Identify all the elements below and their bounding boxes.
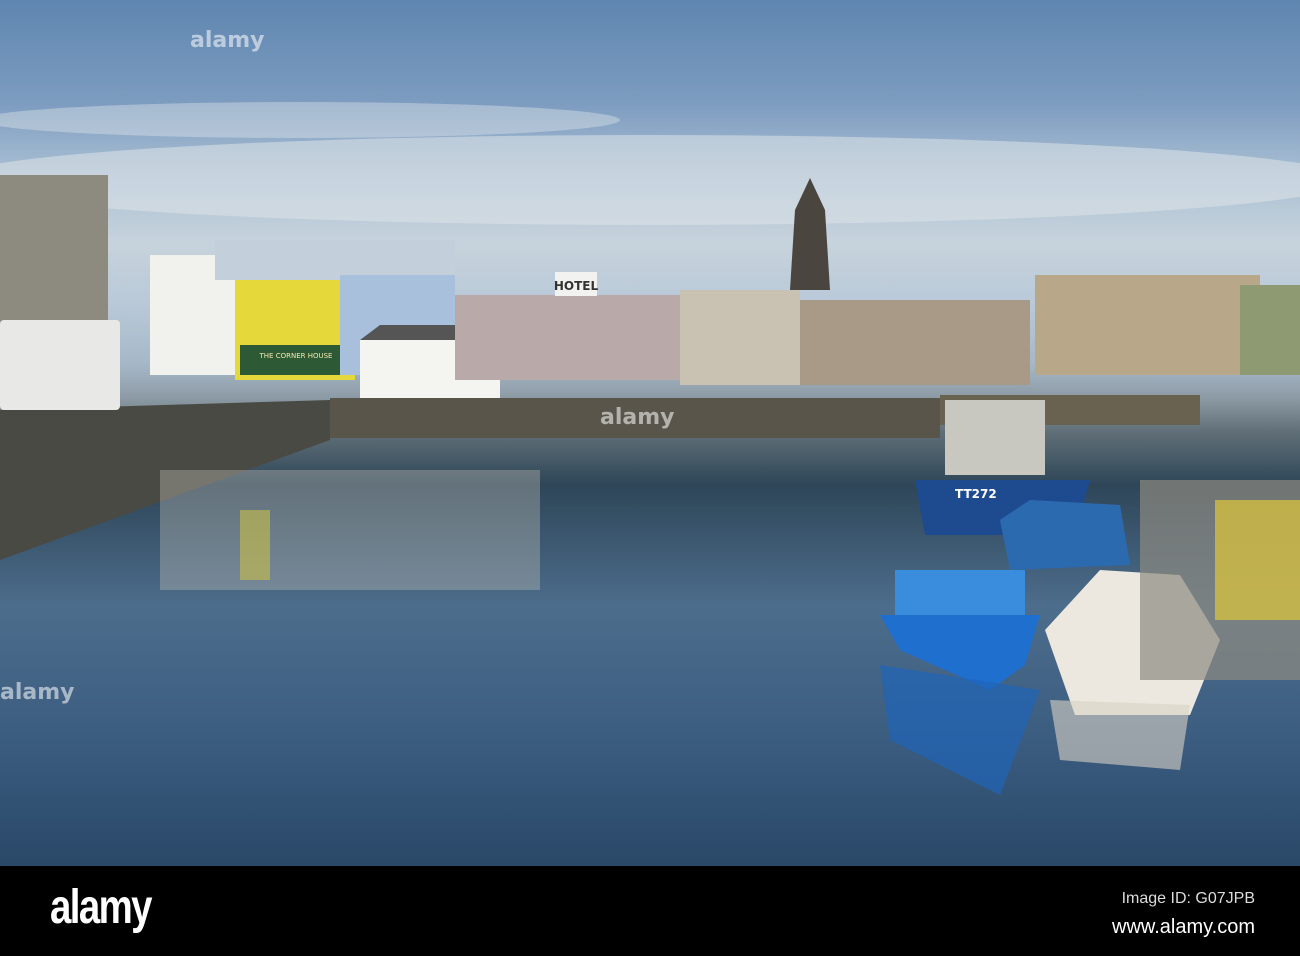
watermark: alamy (190, 28, 265, 53)
watermark: alamy (0, 680, 75, 705)
harbour-scene: THE CORNER HOUSE HOTEL TT272 (0, 102, 1300, 795)
pub-sign: THE CORNER HOUSE (259, 352, 333, 360)
boat-registration: TT272 (955, 487, 997, 501)
harbour-photo: THE CORNER HOUSE HOTEL TT272 alamy alamy… (0, 0, 1300, 866)
hotel-sign: HOTEL (554, 279, 599, 293)
sandstone-building (1035, 275, 1260, 375)
footer-bar: alamy Image ID: G07JPB www.alamy.com (0, 866, 1300, 956)
watermark: alamy (600, 405, 675, 430)
stone-building (0, 175, 108, 325)
covered-boat (1000, 500, 1130, 570)
image-id: Image ID: G07JPB (1121, 890, 1255, 907)
website-link[interactable]: www.alamy.com (1112, 916, 1255, 939)
alamy-logo[interactable]: alamy (50, 880, 152, 935)
